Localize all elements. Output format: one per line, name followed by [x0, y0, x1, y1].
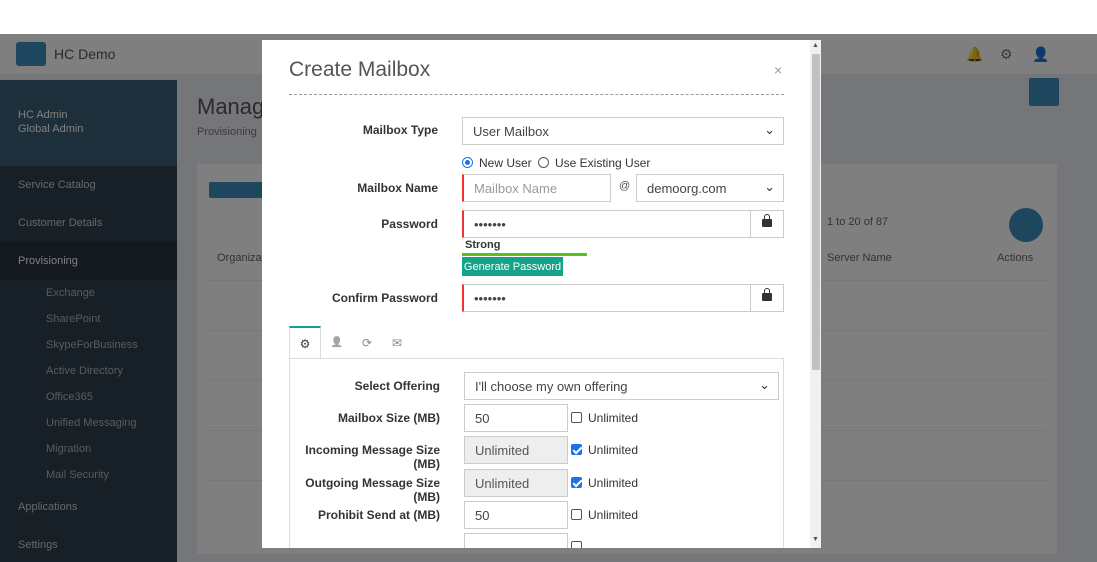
existing-user-radio[interactable]: [538, 157, 549, 168]
close-icon[interactable]: ×: [774, 62, 782, 78]
offering-value: I'll choose my own offering: [475, 378, 628, 394]
offering-label: Select Offering: [354, 379, 440, 393]
password-lock-addon[interactable]: [750, 210, 784, 238]
prohibit-send-input[interactable]: 50: [464, 501, 568, 529]
mailbox-name-input[interactable]: Mailbox Name: [462, 174, 611, 202]
incoming-size-input[interactable]: Unlimited: [464, 436, 568, 464]
modal-title: Create Mailbox: [289, 58, 431, 81]
at-sign: @: [619, 180, 631, 192]
gears-icon: ⚙: [299, 336, 311, 351]
next-unlimited-checkbox[interactable]: [571, 541, 582, 548]
outgoing-size-input[interactable]: Unlimited: [464, 469, 568, 497]
mailbox-name-placeholder: Mailbox Name: [474, 180, 558, 196]
refresh-icon: ⟳: [361, 335, 373, 350]
create-mailbox-modal: Create Mailbox × Mailbox Type User Mailb…: [262, 40, 810, 548]
prohibit-send-unlimited-label: Unlimited: [588, 508, 639, 522]
chevron-down-icon: ⌄: [764, 122, 775, 138]
new-user-radio[interactable]: [462, 157, 473, 168]
mailbox-size-value: 50: [475, 410, 490, 426]
header-divider: [289, 94, 784, 95]
incoming-size-unlimited-label: Unlimited: [588, 443, 639, 457]
password-label: Password: [381, 217, 438, 231]
confirm-password-value: •••••••: [474, 290, 506, 306]
prohibit-send-unlimited-checkbox[interactable]: [571, 509, 582, 520]
existing-user-label: Use Existing User: [555, 156, 651, 170]
lock-icon: [762, 213, 772, 230]
generate-password-button[interactable]: Generate Password: [462, 257, 563, 276]
scrollbar-thumb[interactable]: [812, 54, 820, 370]
tab-general[interactable]: ⚙: [289, 326, 321, 359]
mailbox-name-label: Mailbox Name: [357, 181, 438, 195]
scroll-down-arrow[interactable]: ▼: [812, 536, 819, 543]
mailbox-type-value: User Mailbox: [473, 123, 549, 139]
confirm-password-input[interactable]: •••••••: [462, 284, 752, 312]
tab-mail[interactable]: ✉: [381, 326, 413, 359]
confirm-password-label: Confirm Password: [331, 291, 438, 305]
password-strength-text: Strong: [465, 239, 501, 251]
offering-select[interactable]: I'll choose my own offering ⌄: [464, 372, 779, 400]
confirm-password-lock-addon[interactable]: [750, 284, 784, 312]
mailbox-size-unlimited-checkbox[interactable]: [571, 412, 582, 423]
scroll-up-arrow[interactable]: ▲: [812, 42, 819, 49]
chevron-down-icon: ⌄: [759, 377, 770, 393]
tab-user[interactable]: 👤: [321, 326, 353, 359]
envelope-icon: ✉: [391, 335, 403, 350]
outgoing-size-value: Unlimited: [475, 475, 530, 491]
mailbox-type-label: Mailbox Type: [362, 123, 438, 137]
incoming-size-label: Incoming Message Size (MB): [305, 443, 440, 471]
mailbox-type-select[interactable]: User Mailbox ⌄: [462, 117, 784, 145]
password-strength-bar: [462, 253, 587, 256]
new-user-label: New User: [479, 156, 532, 170]
modal-scrollbar[interactable]: ▲ ▼: [810, 40, 821, 548]
mailbox-size-input[interactable]: 50: [464, 404, 568, 432]
user-icon: 👤: [330, 337, 344, 348]
tab-sync[interactable]: ⟳: [351, 326, 383, 359]
domain-value: demoorg.com: [647, 180, 727, 196]
mailbox-size-unlimited-label: Unlimited: [588, 411, 639, 425]
outgoing-size-unlimited-label: Unlimited: [588, 476, 639, 490]
mailbox-size-label: Mailbox Size (MB): [337, 411, 440, 425]
domain-select[interactable]: demoorg.com ⌄: [636, 174, 784, 202]
prohibit-send-label: Prohibit Send at (MB): [318, 508, 440, 522]
outgoing-size-label: Outgoing Message Size (MB): [305, 476, 440, 504]
prohibit-send-value: 50: [475, 507, 490, 523]
outgoing-size-unlimited-checkbox[interactable]: [571, 477, 582, 488]
incoming-size-value: Unlimited: [475, 442, 530, 458]
incoming-size-unlimited-checkbox[interactable]: [571, 444, 582, 455]
next-size-input[interactable]: [464, 533, 568, 548]
settings-tabs: ⚙ 👤 ⟳ ✉: [289, 326, 784, 359]
chevron-down-icon: ⌄: [764, 179, 775, 195]
password-input[interactable]: •••••••: [462, 210, 752, 238]
password-value: •••••••: [474, 216, 506, 232]
lock-icon: [762, 287, 772, 304]
